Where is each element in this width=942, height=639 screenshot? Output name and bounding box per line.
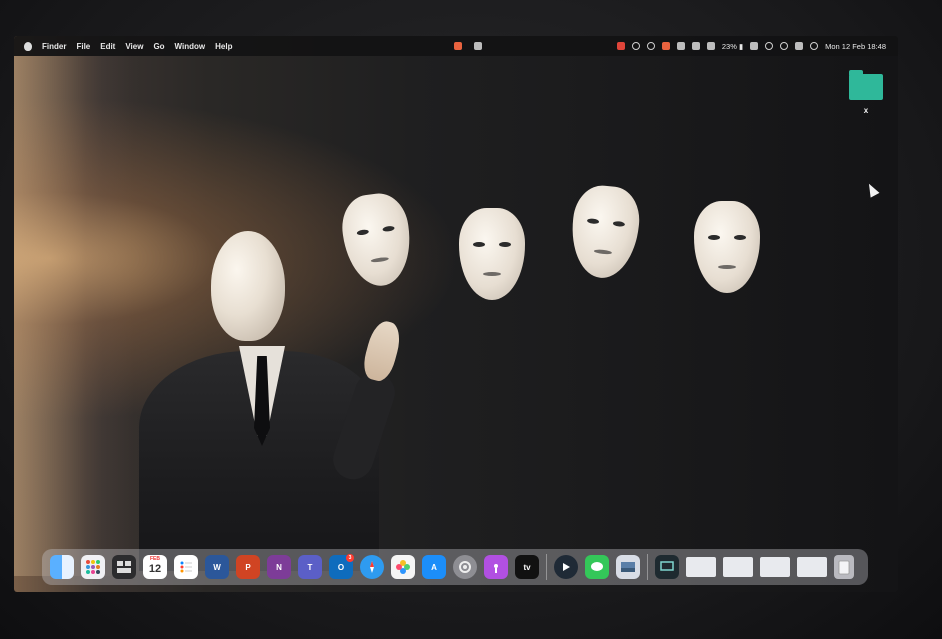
launchpad-icon[interactable] xyxy=(81,555,105,579)
tv-label: tv xyxy=(523,562,531,572)
calendar-month: FEB xyxy=(150,556,160,562)
figure-blank-head xyxy=(211,231,285,341)
battery-indicator[interactable]: 23% ▮ xyxy=(722,42,743,51)
menu-go[interactable]: Go xyxy=(153,42,164,51)
apple-menu-icon[interactable] xyxy=(24,41,32,51)
messages-icon[interactable] xyxy=(585,555,609,579)
menu-clock[interactable]: Mon 12 Feb 18:48 xyxy=(825,42,886,51)
finder-icon[interactable] xyxy=(50,555,74,579)
teams-icon[interactable]: T xyxy=(298,555,322,579)
figure-hand xyxy=(359,318,405,384)
menu-edit[interactable]: Edit xyxy=(100,42,115,51)
status-app-icon[interactable] xyxy=(661,42,670,50)
wallpaper-faceless-figure xyxy=(139,231,405,571)
desktop-screen: Finder File Edit View Go Window Help 23%… xyxy=(14,36,898,592)
outlook-icon[interactable]: O 3 xyxy=(329,554,354,579)
menu-view[interactable]: View xyxy=(125,42,143,51)
status-circle-icon[interactable] xyxy=(631,42,640,50)
volume-icon[interactable] xyxy=(691,42,700,50)
photos-icon[interactable] xyxy=(391,555,415,579)
outlook-badge: 3 xyxy=(346,554,354,562)
menu-finder[interactable]: Finder xyxy=(42,42,66,51)
window-thumb-icon[interactable] xyxy=(760,557,790,577)
wallpaper-mask xyxy=(567,182,643,282)
control-center-icon[interactable] xyxy=(795,42,804,50)
window-thumb-icon[interactable] xyxy=(723,557,753,577)
status-app-icon[interactable] xyxy=(474,42,482,50)
prime-video-icon[interactable] xyxy=(554,555,578,579)
app-store-icon[interactable]: A xyxy=(422,555,446,579)
mission-control-icon[interactable] xyxy=(112,555,136,579)
bluetooth-icon[interactable] xyxy=(706,42,715,50)
menu-file[interactable]: File xyxy=(76,42,90,51)
word-icon[interactable]: W xyxy=(205,555,229,579)
powerpoint-icon[interactable]: P xyxy=(236,555,260,579)
status-record-icon[interactable] xyxy=(616,42,625,50)
screen-thumb-icon[interactable] xyxy=(655,555,679,579)
status-dots-icon[interactable] xyxy=(676,42,685,50)
status-app-icon[interactable] xyxy=(454,42,462,50)
settings-icon[interactable] xyxy=(453,555,477,579)
status-timer-icon[interactable] xyxy=(646,42,655,50)
user-icon[interactable] xyxy=(765,42,774,50)
menu-help[interactable]: Help xyxy=(215,42,232,51)
desktop-folder-label[interactable]: x xyxy=(856,106,876,115)
tv-icon[interactable]: tv xyxy=(515,555,539,579)
onenote-icon[interactable]: N xyxy=(267,555,291,579)
search-icon[interactable] xyxy=(780,42,789,50)
calendar-day: 12 xyxy=(148,563,162,575)
trash-icon[interactable] xyxy=(834,555,854,579)
podcasts-icon[interactable] xyxy=(484,555,508,579)
dock-separator xyxy=(546,554,547,580)
wallpaper-light xyxy=(14,56,134,576)
window-thumb-icon[interactable] xyxy=(686,557,716,577)
menu-bar: Finder File Edit View Go Window Help 23%… xyxy=(14,36,898,56)
wifi-icon[interactable] xyxy=(750,42,759,50)
calendar-icon[interactable]: FEB 12 xyxy=(143,555,167,579)
dock-separator xyxy=(647,554,648,580)
window-thumb-icon[interactable] xyxy=(797,557,827,577)
mouse-cursor-icon xyxy=(864,181,880,198)
wallpaper-mask xyxy=(694,201,760,293)
menu-window[interactable]: Window xyxy=(175,42,206,51)
desktop-folder-icon[interactable] xyxy=(849,70,883,100)
preview-icon[interactable] xyxy=(616,555,640,579)
siri-icon[interactable] xyxy=(810,42,819,50)
safari-icon[interactable] xyxy=(360,555,384,579)
reminders-icon[interactable] xyxy=(174,555,198,579)
wallpaper-mask xyxy=(459,208,525,300)
dock: FEB 12 W P N T O 3 A tv xyxy=(42,549,868,585)
